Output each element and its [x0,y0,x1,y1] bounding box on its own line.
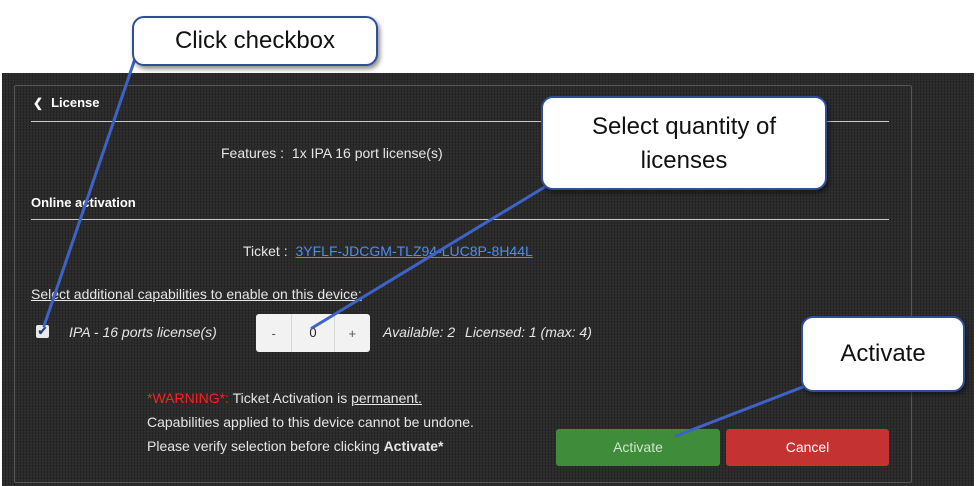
callout-quantity-line-1: Select quantity of [591,113,777,140]
callout-checkbox-text: Click checkbox [174,27,336,54]
quantity-pointer-line [310,183,550,330]
callout-quantity-line-2: licenses [640,147,728,174]
checkbox-pointer-line [42,42,142,328]
callout-activate-text: Activate [840,340,926,367]
callout-pointers [42,42,828,438]
callout-select-quantity: Select quantity of licenses [541,96,827,190]
callout-activate: Activate [801,316,965,392]
callout-click-checkbox: Click checkbox [132,16,378,66]
